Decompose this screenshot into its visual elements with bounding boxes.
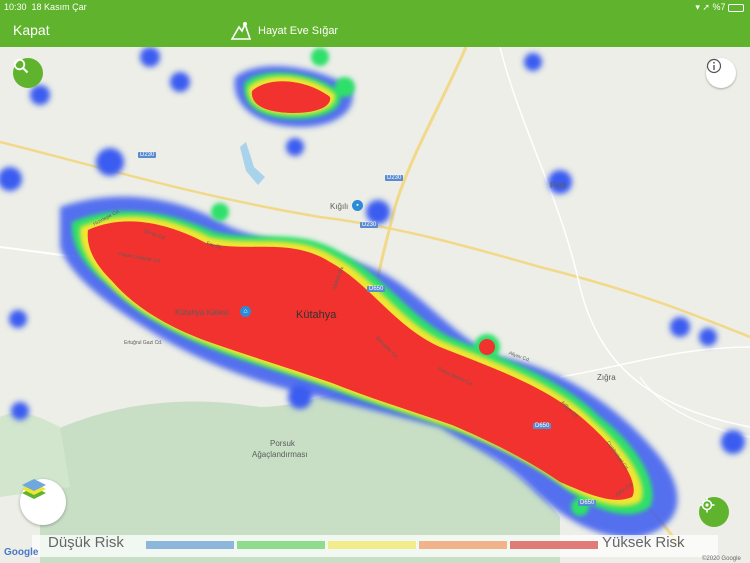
status-date: 18 Kasım Çar xyxy=(31,2,87,12)
risk-legend: Düşük Risk Yüksek Risk xyxy=(32,534,718,557)
water-body xyxy=(240,142,265,185)
info-button[interactable] xyxy=(706,58,736,88)
top-navigation-bar: Kapat Hayat Eve Sığar xyxy=(0,14,750,47)
app-logo-icon xyxy=(230,21,252,40)
street-label: Ertuğrul Gazi Cd. xyxy=(124,340,163,346)
legend-swatch xyxy=(510,541,598,549)
map-layers-button[interactable] xyxy=(20,479,66,525)
heat-spot xyxy=(524,53,542,71)
legend-low-label: Düşük Risk xyxy=(48,534,124,551)
road-shield: D230 xyxy=(385,175,404,181)
heat-spot xyxy=(366,200,390,224)
close-button[interactable]: Kapat xyxy=(13,22,50,38)
place-label: Perli xyxy=(550,181,567,190)
locate-me-button[interactable] xyxy=(699,497,729,527)
app-title: Hayat Eve Sığar xyxy=(258,25,339,37)
legend-swatch xyxy=(419,541,507,549)
battery-icon xyxy=(728,3,744,12)
map-canvas xyxy=(0,47,750,563)
copyright-text: ©2020 Google xyxy=(702,556,741,562)
place-label: Kığılı xyxy=(330,202,349,211)
heat-spot xyxy=(699,328,717,346)
heat-spot xyxy=(286,138,304,156)
status-bar: 10:30 18 Kasım Çar ▾ ➚ %7 xyxy=(0,0,750,14)
place-label: Zığra xyxy=(597,373,616,382)
status-time: 10:30 xyxy=(4,2,27,12)
status-right: ▾ ➚ %7 xyxy=(695,0,744,14)
legend-swatch xyxy=(146,541,234,549)
battery-percent: %7 xyxy=(712,2,726,12)
heat-spot xyxy=(670,317,690,337)
status-time-date: 10:30 18 Kasım Çar xyxy=(4,0,87,14)
road-shield: D230 xyxy=(360,222,379,228)
heat-spot xyxy=(211,203,229,221)
heat-spot xyxy=(30,85,50,105)
heat-spot xyxy=(721,430,745,454)
legend-swatch xyxy=(328,541,416,549)
place-label: Ağaçlandırması xyxy=(252,450,308,459)
castle-pin-icon[interactable]: ⌂ xyxy=(240,306,251,317)
search-button[interactable] xyxy=(13,58,43,88)
road-line xyxy=(639,376,750,438)
heat-spot xyxy=(9,310,27,328)
heat-spot xyxy=(0,167,22,191)
place-label: Porsuk xyxy=(270,439,295,448)
locate-icon xyxy=(699,497,715,513)
legend-swatch xyxy=(237,541,325,549)
road-shield: D650 xyxy=(533,423,552,429)
heat-spot xyxy=(335,77,355,97)
heat-spot xyxy=(96,148,124,176)
heat-spot xyxy=(288,385,312,409)
road-shield: D650 xyxy=(367,286,386,292)
heat-spot xyxy=(311,48,329,66)
heat-spot xyxy=(140,47,160,67)
heat-spot xyxy=(170,72,190,92)
search-icon xyxy=(13,58,29,74)
wifi-icon: ▾ xyxy=(695,2,700,12)
city-label: Kütahya xyxy=(296,309,337,321)
google-logo: Google xyxy=(4,547,39,558)
map-view[interactable]: Kütahya Kütahya Kalesi ⌂ Kığılı ▪ Perli … xyxy=(0,47,750,563)
info-icon xyxy=(706,58,722,74)
app-brand: Hayat Eve Sığar xyxy=(230,21,338,41)
road-shield: D230 xyxy=(138,152,157,158)
shop-pin-icon[interactable]: ▪ xyxy=(352,200,363,211)
heat-spot xyxy=(479,339,495,355)
location-arrow-icon: ➚ xyxy=(702,2,710,12)
road-line xyxy=(559,346,750,378)
place-label: Kütahya Kalesi xyxy=(175,308,229,317)
road-shield: D650 xyxy=(578,500,597,506)
legend-high-label: Yüksek Risk xyxy=(602,534,685,551)
map-layers-icon xyxy=(22,479,46,499)
heat-spot xyxy=(11,402,29,420)
